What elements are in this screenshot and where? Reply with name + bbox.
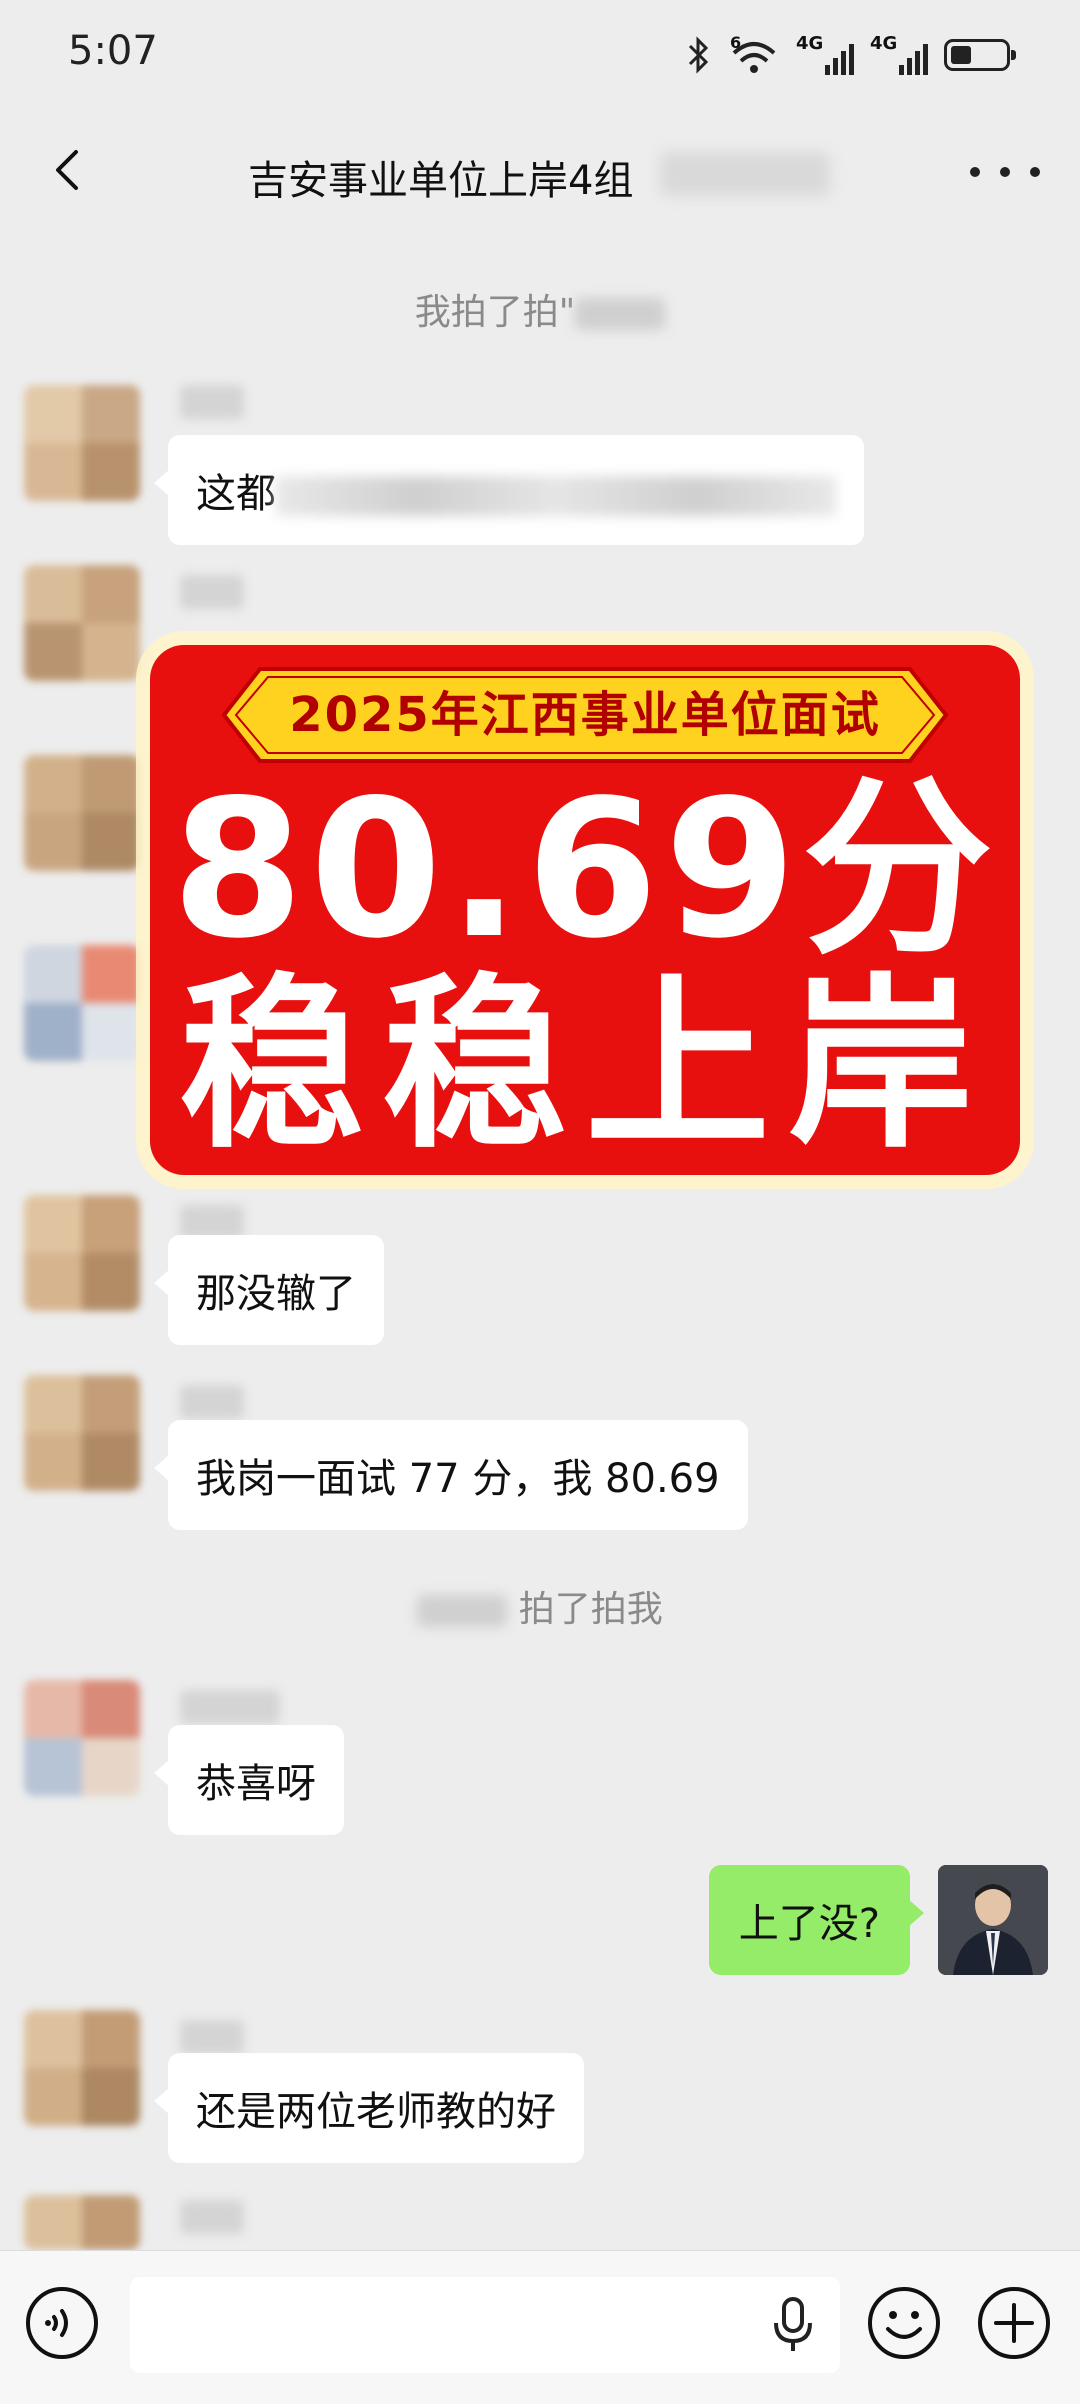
banner-score: 80.69分 <box>171 759 999 980</box>
nickname-redaction <box>180 1385 244 1419</box>
message-bubble[interactable]: 我岗一面试 77 分，我 80.69 <box>154 1420 748 1530</box>
avatar[interactable] <box>24 1195 140 1311</box>
status-bar: 5:07 6 4G 4G <box>0 0 1080 110</box>
system-message: 拍了拍我 <box>0 1580 1080 1632</box>
banner-slogan: 稳稳上岸 <box>179 957 991 1173</box>
nickname-redaction <box>180 575 244 609</box>
wifi-icon: 6 <box>728 33 780 77</box>
bluetooth-icon <box>688 36 709 74</box>
back-arrow-icon[interactable] <box>40 140 100 200</box>
avatar[interactable] <box>24 2010 140 2126</box>
nickname-redaction <box>180 1205 244 1239</box>
nickname-redaction <box>180 1690 280 1724</box>
nickname-redaction <box>180 2200 244 2234</box>
avatar[interactable] <box>24 385 140 501</box>
chat-area[interactable]: 我拍了拍" 这都 那没辙了 我岗一面试 77 分，我 80.69 拍了拍我 恭喜… <box>0 235 1080 2250</box>
system-message: 我拍了拍" <box>0 283 1080 335</box>
chat-title: 吉安事业单位上岸4组 <box>248 158 634 204</box>
cellular-signal-1-icon: 4G <box>796 33 854 77</box>
message-bubble[interactable]: 恭喜呀 <box>154 1725 344 1835</box>
status-icons: 6 4G 4G <box>686 30 1016 80</box>
avatar[interactable] <box>24 1375 140 1491</box>
input-bar <box>0 2250 1080 2404</box>
voice-mode-icon[interactable] <box>24 2285 100 2361</box>
message-bubble[interactable]: 还是两位老师教的好 <box>154 2053 584 2163</box>
banner-tag: 2025年江西事业单位面试 <box>289 687 881 743</box>
avatar[interactable] <box>24 755 140 871</box>
nickname-redaction <box>180 2020 244 2054</box>
nickname-redaction <box>180 385 244 419</box>
battery-icon <box>944 39 1016 71</box>
promo-banner: 2025年江西事业单位面试 80.69分 稳稳上岸 <box>150 645 1020 1175</box>
message-input[interactable] <box>130 2277 840 2373</box>
my-avatar[interactable] <box>938 1865 1048 1975</box>
message-bubble[interactable]: 这都 <box>154 435 864 545</box>
cellular-signal-2-icon: 4G <box>870 33 928 77</box>
avatar[interactable] <box>24 565 140 681</box>
avatar[interactable] <box>24 945 140 1061</box>
microphone-icon[interactable] <box>768 2295 818 2355</box>
title-redaction <box>660 152 830 196</box>
message-bubble[interactable]: 那没辙了 <box>154 1235 384 1345</box>
emoji-icon[interactable] <box>866 2285 942 2361</box>
more-options-icon[interactable] <box>970 152 1040 192</box>
status-time: 5:07 <box>68 28 158 74</box>
avatar[interactable] <box>24 1680 140 1796</box>
add-more-icon[interactable] <box>976 2285 1052 2361</box>
chat-header: 吉安事业单位上岸4组 <box>0 110 1080 235</box>
outgoing-message-bubble[interactable]: 上了没? <box>708 1865 925 1975</box>
avatar[interactable] <box>24 2195 140 2250</box>
